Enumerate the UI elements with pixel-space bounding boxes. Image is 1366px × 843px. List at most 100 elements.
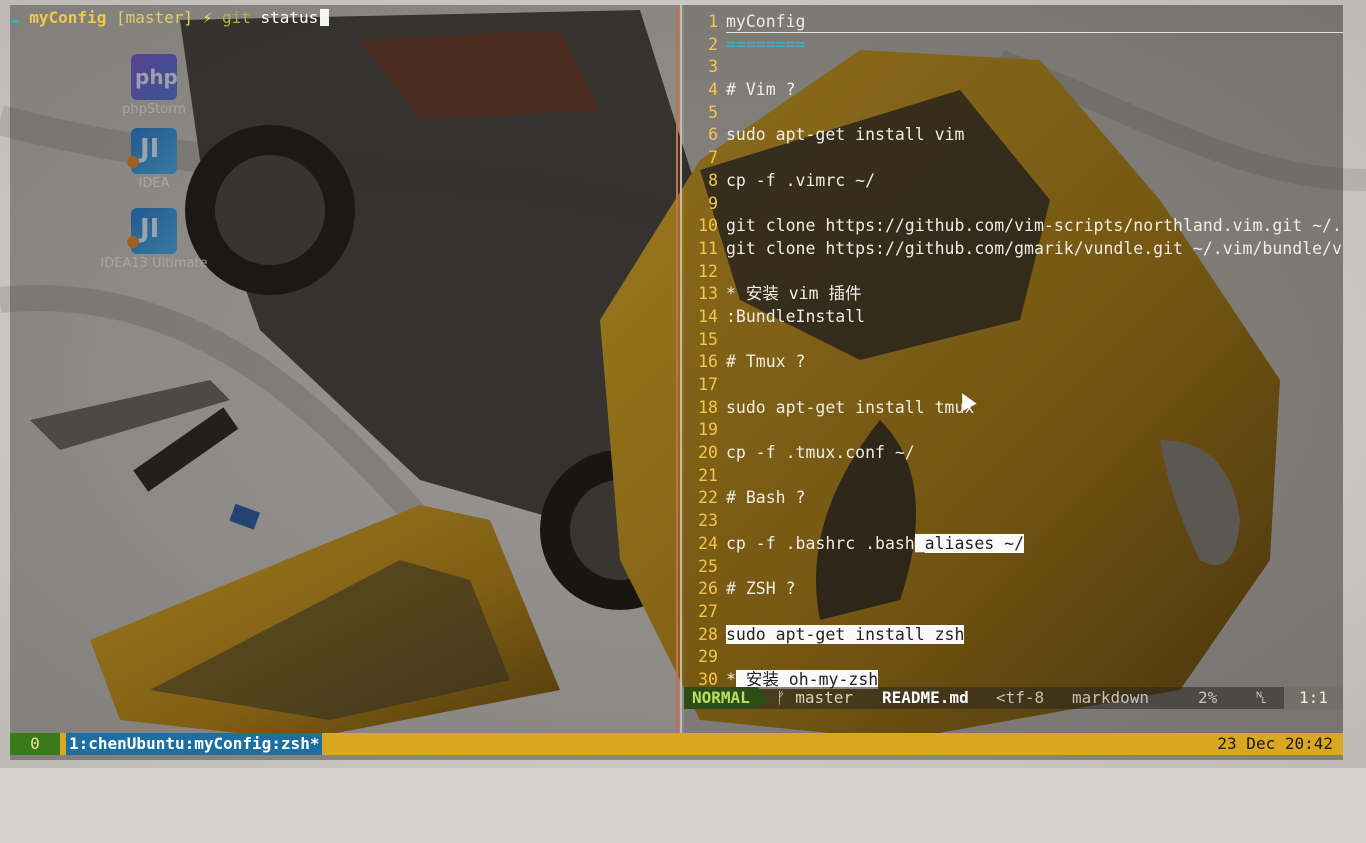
code-line[interactable]: 8 cp -f .vimrc ~/ — [684, 170, 1343, 193]
line-text: sudo apt-get install vim — [726, 125, 965, 145]
code-line[interactable]: 14 :BundleInstall — [684, 306, 1343, 329]
code-line[interactable]: 18 sudo apt-get install tmux — [684, 397, 1343, 420]
terminal-window[interactable]: ☁ myConfig [master] ⚡ git status 1 myConf… — [10, 5, 1343, 760]
code-line[interactable]: 12 — [684, 261, 1343, 284]
cursor-position: 1:1 — [1284, 687, 1343, 709]
line-number: 26 — [698, 579, 718, 599]
prompt-indicator-icon: ☁ — [10, 8, 30, 27]
file-type: markdown — [1072, 688, 1150, 707]
line-text: :BundleInstall — [726, 306, 866, 326]
tmux-clock: 23 Dec 20:42 — [1217, 734, 1333, 753]
line-text: ======== — [726, 34, 806, 54]
line-number: 3 — [708, 57, 718, 77]
code-line[interactable]: 21 — [684, 465, 1343, 488]
line-text: git clone https://github.com/vim-scripts… — [726, 216, 1343, 236]
code-line[interactable]: 27 — [684, 601, 1343, 624]
tmux-window-tab[interactable]: 1:chenUbuntu:myConfig:zsh* — [66, 733, 323, 755]
code-line[interactable]: 26 # ZSH ? — [684, 578, 1343, 601]
dirty-bolt-icon: ⚡ — [202, 8, 213, 27]
line-text: cp -f .bashrc .bash — [726, 533, 915, 553]
code-line[interactable]: 23 — [684, 510, 1343, 533]
line-number: 17 — [698, 375, 718, 394]
highlighted-text: _aliases ~/ — [914, 533, 1025, 553]
shell-prompt: ☁ myConfig [master] ⚡ git status — [10, 7, 330, 29]
line-number: 20 — [698, 443, 718, 463]
line-number: 24 — [698, 533, 718, 553]
line-number: 10 — [698, 216, 718, 236]
code-line[interactable]: 6 sudo apt-get install vim — [684, 124, 1343, 147]
code-line[interactable]: 4 # Vim ? — [684, 79, 1343, 102]
line-text: sudo apt-get install tmux — [726, 397, 975, 417]
command-args: status — [260, 8, 319, 27]
line-text: # Bash ? — [726, 488, 806, 508]
code-line[interactable]: 20 cp -f .tmux.conf ~/ — [684, 442, 1343, 465]
line-text: * 安装 vim 插件 — [726, 284, 862, 304]
highlighted-text: sudo apt-get install zsh — [726, 624, 965, 644]
line-number: 8 — [708, 170, 718, 190]
code-line[interactable]: 9 — [684, 193, 1343, 216]
prompt-git-branch: [master] — [115, 8, 194, 27]
code-line[interactable]: 19 — [684, 419, 1343, 442]
code-line[interactable]: 29 — [684, 646, 1343, 669]
line-number: 21 — [698, 465, 718, 485]
file-encoding: <tf-8 — [996, 688, 1045, 707]
line-number: 15 — [698, 329, 718, 349]
line-number: 23 — [698, 511, 718, 531]
line-number: 5 — [708, 102, 718, 122]
code-line[interactable]: 3 — [684, 56, 1343, 79]
vim-statusline: NORMAL ᚠ master README.md <tf-8 markdown… — [684, 687, 1343, 709]
line-number: 13 — [698, 284, 718, 304]
code-line[interactable]: 22 # Bash ? — [684, 487, 1343, 510]
line-number: 14 — [698, 306, 718, 326]
line-number: 2 — [708, 34, 718, 54]
code-line[interactable]: 10 git clone https://github.com/vim-scrip… — [684, 215, 1343, 238]
code-line[interactable]: 15 — [684, 329, 1343, 352]
line-text: cp -f .vimrc ~/ — [726, 170, 876, 190]
line-number: 19 — [698, 420, 718, 440]
vim-mode: NORMAL — [684, 687, 768, 709]
command-name: git — [221, 8, 251, 27]
line-text: cp -f .tmux.conf ~/ — [726, 443, 915, 463]
line-number: 22 — [698, 488, 718, 508]
line-number: 11 — [698, 238, 718, 258]
line-number: 16 — [698, 352, 718, 372]
text-cursor — [320, 9, 330, 26]
line-number: 27 — [698, 601, 718, 621]
file-name: README.md — [882, 688, 969, 707]
line-text: # Vim ? — [726, 80, 796, 100]
line-number: 28 — [698, 624, 718, 644]
code-line[interactable]: 13 * 安装 vim 插件 — [684, 283, 1343, 306]
vim-pane[interactable]: 1 myConfig 2 ======== 3 4 # Vim ? 5 6 sudo apt-ge… — [684, 5, 1343, 733]
code-line[interactable]: 1 myConfig — [684, 11, 1343, 34]
line-number: 18 — [698, 397, 718, 417]
prompt-directory: myConfig — [29, 8, 107, 27]
scroll-percent: 2% — [1198, 688, 1218, 707]
line-number: 4 — [708, 80, 718, 100]
code-line[interactable]: 17 — [684, 374, 1343, 397]
code-line[interactable]: 28 sudo apt-get install zsh — [684, 624, 1343, 647]
tmux-statusbar: 0 1:chenUbuntu:myConfig:zsh* 23 Dec 20:4… — [10, 733, 1343, 755]
tmux-session[interactable]: 0 — [10, 733, 60, 755]
line-text: myConfig — [726, 12, 806, 31]
line-text: git clone https://github.com/gmarik/vund… — [726, 238, 1343, 258]
shell-pane[interactable]: ☁ myConfig [master] ⚡ git status — [10, 5, 671, 733]
code-line[interactable]: 2 ======== — [684, 34, 1343, 57]
code-line[interactable]: 16 # Tmux ? — [684, 351, 1343, 374]
line-number: 7 — [708, 148, 718, 168]
line-number: 29 — [698, 647, 718, 667]
code-line[interactable]: 7 — [684, 147, 1343, 170]
line-number: 25 — [698, 556, 718, 576]
line-number: 1 — [708, 12, 718, 31]
pane-divider[interactable] — [676, 5, 682, 733]
line-number-icon: ␤ — [1255, 688, 1268, 707]
line-number: 9 — [708, 193, 718, 213]
line-number: 12 — [698, 261, 718, 281]
line-number: 6 — [708, 125, 718, 145]
code-line[interactable]: 5 — [684, 102, 1343, 125]
vim-buffer[interactable]: 1 myConfig 2 ======== 3 4 # Vim ? 5 6 sudo apt-ge… — [684, 11, 1343, 692]
code-line[interactable]: 25 — [684, 556, 1343, 579]
line-text: # Tmux ? — [726, 352, 806, 372]
code-line[interactable]: 24 cp -f .bashrc .bash_aliases ~/ — [684, 533, 1343, 556]
line-text: # ZSH ? — [726, 579, 796, 599]
code-line[interactable]: 11 git clone https://github.com/gmarik/vu… — [684, 238, 1343, 261]
